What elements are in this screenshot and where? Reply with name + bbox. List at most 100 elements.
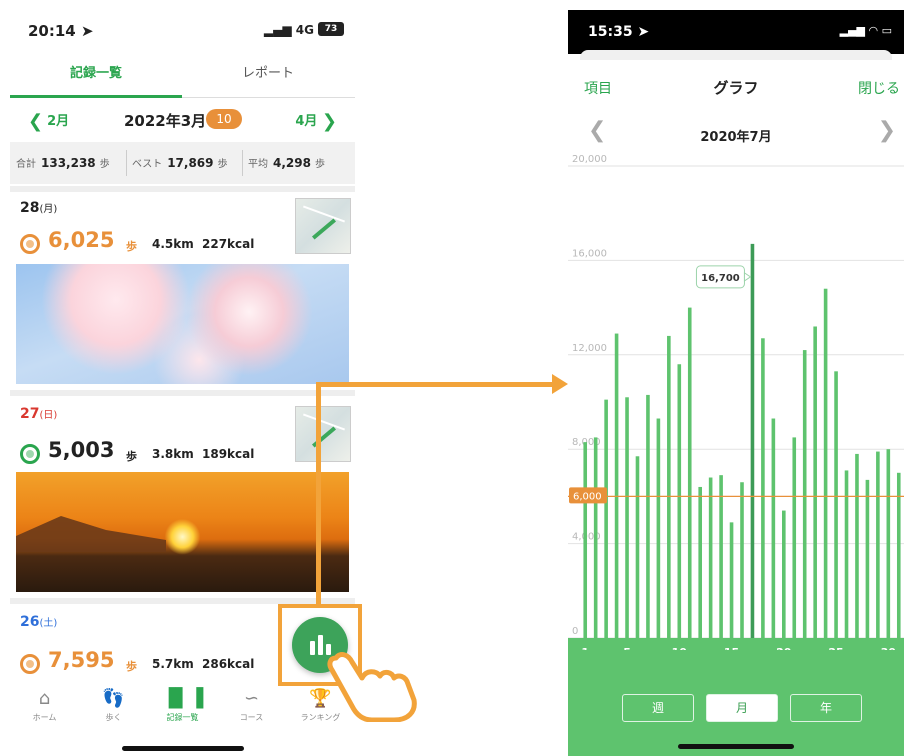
chart-bar	[802, 350, 807, 638]
segment-month[interactable]: 月	[706, 694, 778, 722]
steps-unit: 歩	[126, 660, 137, 673]
calories: 189kcal	[202, 447, 255, 461]
route-map-thumbnail[interactable]	[295, 406, 351, 462]
day-date: 27(日)	[20, 406, 58, 422]
chevron-right-icon[interactable]: ❯	[878, 118, 896, 143]
status-time: 20:14 ➤	[28, 22, 94, 40]
nav-home[interactable]: ⌂ ホーム	[10, 688, 79, 723]
period-selector-panel: 週 月 年	[568, 650, 904, 756]
chart-bar	[614, 333, 619, 638]
home-indicator	[122, 746, 244, 751]
bar-chart-icon: ▐▌▐	[161, 688, 204, 709]
connector-line	[316, 382, 554, 387]
tab-report[interactable]: レポート	[182, 58, 354, 98]
arrow-right-icon	[552, 374, 568, 394]
steps-unit: 歩	[126, 240, 137, 253]
chart-bar	[593, 437, 598, 638]
chart-bar	[656, 418, 661, 638]
day-photo[interactable]	[16, 264, 349, 384]
chart-bar	[687, 307, 692, 638]
stat-total: 合計 133,238 歩	[16, 156, 110, 170]
chart-bar	[708, 477, 713, 638]
chart-bar	[886, 449, 891, 638]
segment-year[interactable]: 年	[790, 694, 862, 722]
stat-best: ベスト 17,869 歩	[132, 156, 228, 170]
bottom-nav: ⌂ ホーム 👣 歩く ▐▌▐ 記録一覧 ∽ コース 🏆 ランキング	[10, 682, 355, 738]
divider	[242, 150, 243, 176]
tap-hand-icon	[327, 652, 417, 722]
steps-count: 5,003	[48, 438, 115, 462]
day-date: 28(月)	[20, 200, 58, 216]
distance: 4.5km	[152, 237, 194, 251]
segment-week[interactable]: 週	[622, 694, 694, 722]
distance: 5.7km	[152, 657, 194, 671]
calories: 227kcal	[202, 237, 255, 251]
tab-record-list[interactable]: 記録一覧	[10, 58, 182, 98]
home-icon: ⌂	[38, 688, 51, 709]
nav-course[interactable]: ∽ コース	[217, 688, 286, 723]
current-month: 2022年3月	[124, 112, 207, 130]
walker-badge-icon	[20, 654, 40, 674]
right-phone-screen: 15:35 ➤ ▂▄▆ ◠ ▭ 項目 グラフ 閉じる ❮ 2020年7月 ❯ 0…	[568, 10, 904, 756]
daily-steps-chart: 04,0008,00012,00016,00020,0006,00016,700…	[568, 154, 904, 670]
chart-bar	[740, 482, 744, 638]
divider	[126, 150, 127, 176]
nav-record-list[interactable]: ▐▌▐ 記録一覧	[148, 688, 217, 723]
steps-count: 6,025	[48, 228, 115, 252]
status-bar: 15:35 ➤ ▂▄▆ ◠ ▭	[568, 10, 904, 54]
nav-walk[interactable]: 👣 歩く	[79, 688, 148, 723]
chart-bar	[635, 456, 640, 638]
signal-indicator: ▂▄▆ 4G	[263, 23, 314, 37]
chart-bar	[667, 335, 671, 638]
sheet-title: グラフ	[713, 79, 759, 97]
bar-chart-icon	[310, 641, 315, 655]
close-button[interactable]: 閉じる	[858, 78, 900, 98]
chart-bar	[844, 470, 849, 638]
steps-count: 7,595	[48, 648, 115, 672]
day-photo[interactable]	[16, 472, 349, 592]
chart-bar	[823, 288, 828, 638]
steps-unit: 歩	[126, 450, 137, 463]
chart-bar	[750, 243, 755, 638]
chart-bar	[719, 475, 723, 638]
chart-bar	[782, 510, 786, 638]
tooltip-value: 16,700	[701, 273, 740, 284]
chart-bar	[876, 451, 880, 638]
list-item-day-27[interactable]: 27(日) 5,003 歩 3.8km 189kcal	[10, 400, 355, 596]
chart-bar	[677, 364, 682, 638]
signal-wifi-battery-icon: ▂▄▆ ◠ ▭	[839, 24, 892, 37]
status-time: 15:35 ➤	[588, 24, 650, 40]
y-tick-label: 20,000	[572, 154, 607, 165]
route-icon: ∽	[243, 688, 260, 709]
chart-bar	[855, 453, 859, 638]
chart-bar	[604, 399, 608, 638]
chart-bar	[729, 522, 734, 638]
calories: 286kcal	[202, 657, 255, 671]
chart-bar	[865, 479, 870, 638]
chart-bar	[625, 397, 629, 638]
chart-month: 2020年7月	[700, 130, 772, 145]
footprints-icon: 👣	[102, 688, 125, 709]
divider	[10, 390, 355, 396]
tab-bar: 記録一覧 レポート	[10, 58, 355, 98]
chart-bar	[698, 486, 702, 638]
y-tick-label: 12,000	[572, 343, 607, 354]
tooltip-pointer	[743, 271, 752, 282]
goal-label: 6,000	[573, 491, 602, 502]
chart-bar	[771, 418, 776, 638]
month-navigator: ❮ 2020年7月 ❯	[568, 114, 904, 154]
prev-month-button[interactable]: ❮ 2月	[28, 110, 69, 132]
route-map-thumbnail[interactable]	[295, 198, 351, 254]
chart-bar	[646, 394, 650, 638]
connector-line	[316, 382, 321, 608]
left-phone-screen: 20:14 ➤ ▂▄▆ 4G 73 記録一覧 レポート ❮ 2月 2022年3月 …	[0, 0, 417, 756]
battery-icon: 73	[318, 22, 344, 36]
chart-bar	[896, 472, 901, 638]
home-indicator	[678, 744, 794, 749]
list-item-day-28[interactable]: 28(月) 6,025 歩 4.5km 227kcal	[10, 196, 355, 388]
chart-bar	[583, 442, 588, 638]
chevron-left-icon: ❮	[28, 111, 44, 132]
chart-bar	[834, 371, 838, 638]
next-month-button[interactable]: 4月 ❯	[295, 110, 341, 132]
sheet-header: 項目 グラフ 閉じる	[568, 60, 904, 110]
